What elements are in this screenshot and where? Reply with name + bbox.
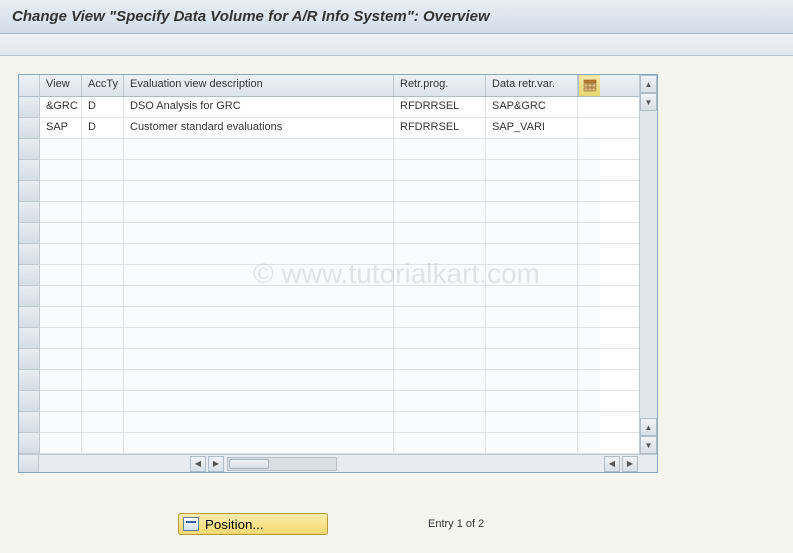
row-selector[interactable] [19,139,39,160]
scroll-left-icon[interactable]: ◀ [190,456,206,472]
table-row[interactable] [40,391,639,412]
row-selector[interactable] [19,118,39,139]
scroll-track[interactable] [640,111,657,418]
scroll-thumb[interactable] [229,459,269,469]
row-selector[interactable] [19,433,39,454]
row-selector[interactable] [19,202,39,223]
table-row[interactable] [40,244,639,265]
row-selector[interactable] [19,181,39,202]
cell-datavar[interactable]: SAP&GRC [486,97,578,117]
scroll-right-icon[interactable]: ▶ [622,456,638,472]
scroll-right-icon[interactable]: ▶ [208,456,224,472]
vertical-scrollbar[interactable]: ▲ ▼ ▲ ▼ [639,75,657,454]
column-header-desc[interactable]: Evaluation view description [124,75,394,96]
table-row[interactable] [40,265,639,286]
row-selector[interactable] [19,307,39,328]
page-title: Change View "Specify Data Volume for A/R… [0,0,793,34]
cell-desc[interactable]: DSO Analysis for GRC [124,97,394,117]
row-selector[interactable] [19,244,39,265]
table-row[interactable] [40,160,639,181]
table-row[interactable] [40,412,639,433]
row-selector[interactable] [19,349,39,370]
table-row[interactable] [40,307,639,328]
position-label: Position... [205,517,264,532]
table-row[interactable]: &GRC D DSO Analysis for GRC RFDRRSEL SAP… [40,97,639,118]
column-header-view[interactable]: View [40,75,82,96]
horizontal-scrollbar[interactable]: ◀ ▶ ◀ ▶ [19,454,657,472]
scroll-left-icon[interactable]: ◀ [604,456,620,472]
select-all-corner[interactable] [19,75,39,97]
table-row[interactable] [40,328,639,349]
table-row[interactable] [40,223,639,244]
row-selector-column [19,75,40,454]
cell-accty[interactable]: D [82,97,124,117]
toolbar [0,34,793,56]
cell-retr[interactable]: RFDRRSEL [394,97,486,117]
entry-counter: Entry 1 of 2 [428,518,484,530]
row-selector[interactable] [19,412,39,433]
table-row[interactable] [40,139,639,160]
table-row[interactable] [40,181,639,202]
row-selector[interactable] [19,370,39,391]
scroll-up-icon[interactable]: ▲ [640,75,657,93]
cell-datavar[interactable]: SAP_VARI [486,118,578,138]
scroll-down-icon[interactable]: ▼ [640,436,657,454]
cell-view[interactable]: &GRC [40,97,82,117]
table-header: View AccTy Evaluation view description R… [40,75,639,97]
row-selector[interactable] [19,286,39,307]
table-row[interactable]: SAP D Customer standard evaluations RFDR… [40,118,639,139]
row-selector[interactable] [19,160,39,181]
position-icon [183,517,199,531]
table-row[interactable] [40,286,639,307]
table-row[interactable] [40,202,639,223]
row-selector[interactable] [19,265,39,286]
row-selector[interactable] [19,391,39,412]
column-header-retr[interactable]: Retr.prog. [394,75,486,96]
table-row[interactable] [40,370,639,391]
scroll-up-icon[interactable]: ▲ [640,418,657,436]
position-button[interactable]: Position... [178,513,328,535]
cell-accty[interactable]: D [82,118,124,138]
table-row[interactable] [40,349,639,370]
column-header-datavar[interactable]: Data retr.var. [486,75,578,96]
row-selector[interactable] [19,223,39,244]
scroll-track[interactable] [227,457,337,471]
cell-view[interactable]: SAP [40,118,82,138]
table-body: &GRC D DSO Analysis for GRC RFDRRSEL SAP… [40,97,639,454]
table-row[interactable] [40,433,639,454]
cell-retr[interactable]: RFDRRSEL [394,118,486,138]
column-header-accty[interactable]: AccTy [82,75,124,96]
row-selector[interactable] [19,97,39,118]
row-selector[interactable] [19,328,39,349]
table-config-icon[interactable] [578,75,600,96]
cell-desc[interactable]: Customer standard evaluations [124,118,394,138]
data-table: View AccTy Evaluation view description R… [18,74,658,473]
scroll-down-icon[interactable]: ▼ [640,93,657,111]
